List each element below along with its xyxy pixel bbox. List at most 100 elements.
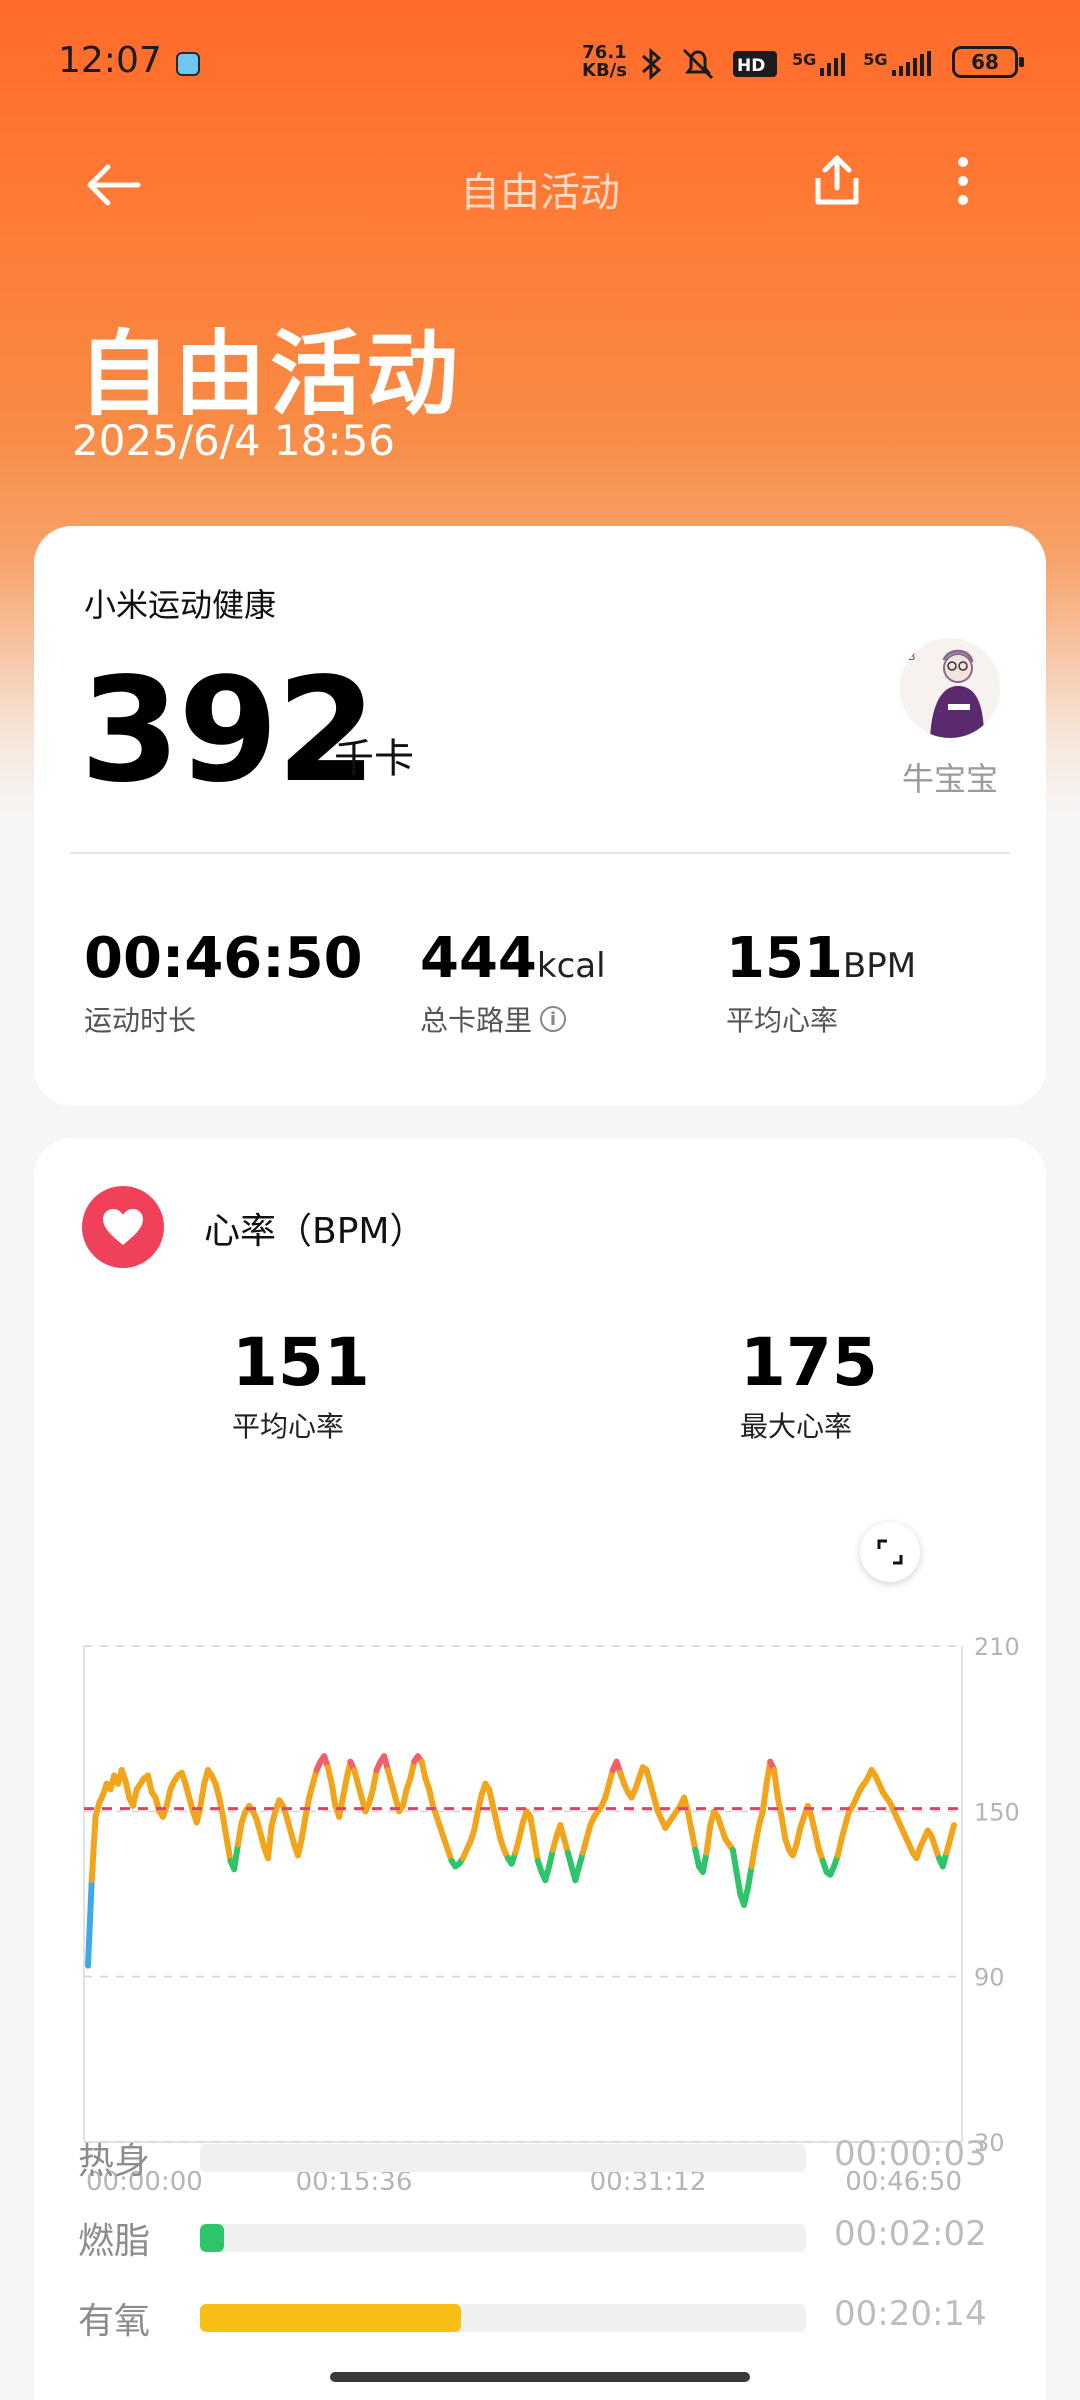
network-speed: 76.1 KB/s bbox=[582, 44, 627, 80]
max-heart-rate-stat: 175 最大心率 bbox=[740, 1324, 878, 1445]
network-type-1: 5G bbox=[792, 50, 817, 69]
stat-duration: 00:46:50 运动时长 bbox=[84, 926, 363, 1039]
zone-progress-track bbox=[200, 2144, 806, 2172]
avatar[interactable]: B bbox=[900, 638, 1000, 738]
summary-card: 小米运动健康 392 千卡 B 牛宝宝 00:46:50 运动时长 444kca… bbox=[34, 526, 1046, 1106]
hd-volte-icon: HD bbox=[733, 51, 777, 77]
heart-rate-segment bbox=[85, 1877, 95, 1969]
share-icon bbox=[815, 155, 859, 205]
stat-total-calories: 444kcal 总卡路里 i bbox=[420, 926, 606, 1039]
network-speed-unit: KB/s bbox=[582, 60, 627, 81]
zone-row: 热身 00:00:03 bbox=[0, 2126, 1080, 2186]
zone-duration: 00:02:02 bbox=[834, 2214, 987, 2254]
svg-text:HD: HD bbox=[737, 56, 765, 76]
user-name: 牛宝宝 bbox=[901, 760, 998, 798]
svg-text:B: B bbox=[908, 650, 916, 663]
app-bar-title: 自由活动 bbox=[460, 170, 620, 216]
expand-chart-button[interactable] bbox=[860, 1522, 920, 1582]
stat-value: 151BPM bbox=[726, 926, 916, 991]
stat-label: 平均心率 bbox=[726, 999, 916, 1039]
max-heart-rate-value: 175 bbox=[740, 1324, 878, 1401]
status-icons: HD 5G 5G bbox=[640, 44, 935, 84]
zone-progress-fill bbox=[200, 2224, 224, 2252]
heart-icon-badge bbox=[82, 1186, 164, 1268]
heart-rate-segment bbox=[527, 1813, 538, 1842]
zone-row: 有氧 00:20:14 bbox=[0, 2286, 1080, 2346]
calories-unit: 千卡 bbox=[334, 736, 414, 782]
stat-label: 运动时长 bbox=[84, 999, 363, 1039]
heart-rate-segment bbox=[771, 1767, 781, 1801]
heart-rate-segment bbox=[947, 1822, 957, 1842]
heart-rate-segment bbox=[219, 1813, 230, 1842]
mute-bell-icon bbox=[682, 48, 714, 80]
more-vertical-icon bbox=[958, 157, 968, 205]
brand-label: 小米运动健康 bbox=[84, 586, 277, 624]
heart-rate-title: 心率（BPM） bbox=[204, 1211, 426, 1252]
zone-label: 热身 bbox=[78, 2141, 151, 2182]
avatar-illustration: B bbox=[900, 638, 1000, 738]
heart-rate-segment bbox=[298, 1813, 309, 1842]
status-time: 12:07 bbox=[58, 40, 162, 81]
y-tick-label: 150 bbox=[974, 1798, 1020, 1826]
status-bar: 12:07 76.1 KB/s HD 5G 5G 68 bbox=[0, 0, 1080, 130]
heart-rate-segment bbox=[733, 1868, 744, 1897]
heart-rate-segment bbox=[531, 1835, 541, 1864]
heart-rate-segment bbox=[234, 1819, 245, 1848]
more-options-button[interactable] bbox=[930, 148, 996, 214]
avg-heart-rate-stat: 151 平均心率 bbox=[232, 1324, 370, 1445]
battery-indicator: 68 bbox=[952, 46, 1024, 78]
heart-rate-segment bbox=[264, 1822, 275, 1862]
signal-bars-icon bbox=[891, 51, 931, 76]
heart-rate-segment bbox=[703, 1822, 714, 1856]
avg-hr-value: 151 bbox=[726, 926, 843, 991]
heart-icon bbox=[103, 1209, 143, 1245]
total-calories-value: 444 bbox=[420, 926, 537, 991]
signal-bars-icon bbox=[820, 53, 846, 76]
zone-duration: 00:00:03 bbox=[834, 2134, 987, 2174]
stat-avg-heart-rate: 151BPM 平均心率 bbox=[726, 926, 916, 1039]
avg-hr-label: 平均心率 bbox=[726, 1004, 839, 1037]
calories-value: 392 bbox=[80, 646, 377, 814]
network-type-2: 5G bbox=[863, 50, 888, 69]
zone-progress-track bbox=[200, 2304, 806, 2332]
zone-progress-track bbox=[200, 2224, 806, 2252]
stat-value: 00:46:50 bbox=[84, 926, 363, 991]
heart-rate-segment bbox=[744, 1863, 755, 1892]
y-tick-label: 210 bbox=[974, 1633, 1020, 1661]
heart-rate-segment bbox=[759, 1780, 770, 1815]
zone-label: 燃脂 bbox=[78, 2221, 151, 2262]
expand-icon bbox=[877, 1539, 903, 1565]
heart-rate-segment bbox=[729, 1846, 740, 1875]
heart-rate-segment bbox=[197, 1780, 208, 1809]
duration-value: 00:46:50 bbox=[84, 926, 363, 991]
zone-label: 有氧 bbox=[78, 2301, 151, 2342]
stat-label: 总卡路里 i bbox=[420, 999, 606, 1039]
zone-row: 燃脂 00:02:02 bbox=[0, 2206, 1080, 2266]
activity-title: 自由活动 bbox=[78, 321, 463, 428]
heart-rate-segment bbox=[231, 1841, 241, 1873]
share-button[interactable] bbox=[804, 148, 870, 214]
home-indicator[interactable] bbox=[330, 2372, 750, 2382]
signal-1: 5G bbox=[792, 50, 849, 78]
total-calories-label: 总卡路里 bbox=[420, 1004, 533, 1037]
stat-value: 444kcal bbox=[420, 926, 606, 991]
heart-rate-segment bbox=[328, 1780, 339, 1809]
app-notification-icon bbox=[176, 52, 200, 76]
activity-date: 2025/6/4 18:56 bbox=[72, 416, 396, 465]
heart-rate-segment bbox=[88, 1813, 99, 1884]
bluetooth-icon bbox=[642, 47, 662, 81]
divider bbox=[70, 852, 1010, 854]
zone-progress-fill bbox=[200, 2304, 461, 2332]
max-heart-rate-label: 最大心率 bbox=[740, 1410, 853, 1443]
signal-2: 5G bbox=[863, 50, 934, 78]
total-calories-unit: kcal bbox=[536, 946, 606, 986]
app-bar: 自由活动 bbox=[0, 130, 1080, 240]
heart-rate-segment bbox=[748, 1841, 759, 1870]
heart-rate-segment bbox=[778, 1813, 789, 1842]
y-tick-label: 90 bbox=[974, 1964, 1005, 1992]
avg-hr-unit: BPM bbox=[842, 946, 917, 986]
avg-heart-rate-value: 151 bbox=[232, 1324, 370, 1401]
avg-heart-rate-label: 平均心率 bbox=[232, 1410, 345, 1443]
duration-label: 运动时长 bbox=[84, 1004, 197, 1037]
info-icon[interactable]: i bbox=[540, 1006, 567, 1032]
